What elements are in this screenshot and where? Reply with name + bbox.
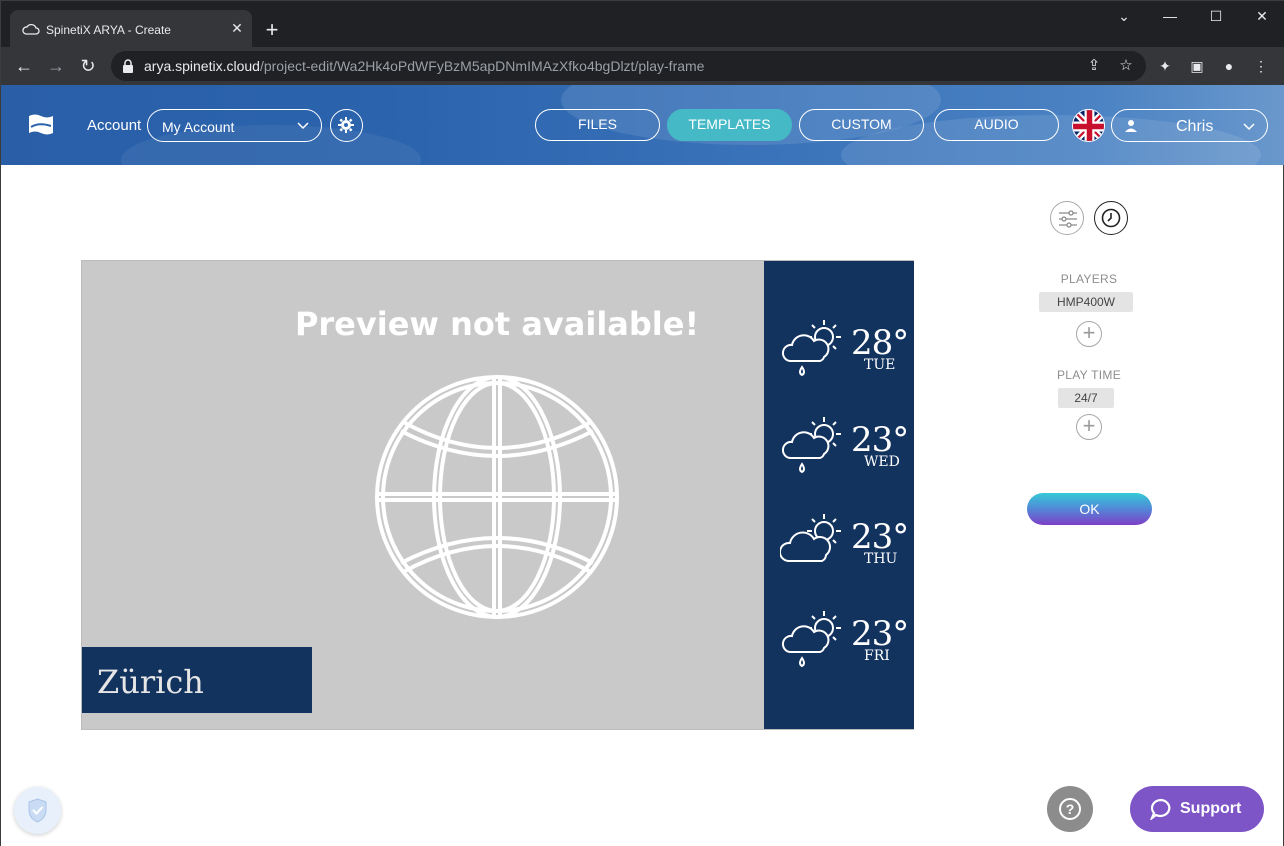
shield-icon: [28, 798, 47, 823]
settings-sliders-button[interactable]: [1050, 201, 1084, 235]
rain-sun-cloud-icon: [781, 417, 841, 474]
share-icon[interactable]: ⇪: [1085, 57, 1103, 75]
sliders-icon: [1059, 210, 1077, 228]
privacy-button[interactable]: [14, 787, 61, 834]
main-content: Preview not available! Zürich 28° TUE 23…: [1, 165, 1283, 846]
rain-sun-cloud-icon: [781, 611, 841, 668]
chevron-down-icon: [1243, 123, 1255, 131]
side-panel-icon[interactable]: ▣: [1187, 57, 1207, 75]
nav-files[interactable]: FILES: [535, 109, 660, 141]
city-name: Zürich: [97, 663, 204, 701]
forecast-day: FRI: [864, 648, 890, 664]
browser-tab[interactable]: SpinetiX ARYA - Create ✕: [10, 10, 252, 47]
clock-icon: [1101, 208, 1121, 228]
minimize-icon[interactable]: —: [1147, 1, 1193, 31]
address-bar[interactable]: arya.spinetix.cloud/project-edit/Wa2Hk4o…: [111, 51, 1146, 81]
url-text: arya.spinetix.cloud/project-edit/Wa2Hk4o…: [144, 58, 705, 74]
globe-icon: [375, 375, 619, 619]
user-menu[interactable]: Chris: [1111, 109, 1268, 142]
rain-sun-cloud-icon: [781, 320, 841, 377]
nav-audio[interactable]: AUDIO: [934, 109, 1059, 141]
profile-icon[interactable]: ●: [1219, 57, 1239, 75]
forecast-item: 28° TUE: [764, 317, 914, 387]
add-playtime-button[interactable]: +: [1076, 414, 1102, 440]
sun-cloud-icon: [780, 514, 841, 562]
cloud-icon: [22, 23, 40, 35]
forecast-column: 28° TUE 23° WED 23° THU 23° FRI: [764, 261, 914, 729]
uk-flag-icon[interactable]: [1072, 109, 1105, 142]
browser-window: SpinetiX ARYA - Create ✕ + ⌄ — ☐ ✕ ← → ↻…: [0, 0, 1284, 846]
tab-strip: SpinetiX ARYA - Create ✕ + ⌄ — ☐ ✕: [1, 1, 1284, 47]
user-icon: [1125, 120, 1137, 132]
forecast-day: THU: [864, 551, 898, 567]
close-window-icon[interactable]: ✕: [1239, 1, 1284, 31]
maximize-icon[interactable]: ☐: [1193, 1, 1239, 31]
chat-bubble-icon: [1150, 798, 1171, 820]
nav-custom[interactable]: CUSTOM: [799, 109, 924, 141]
players-label: PLAYERS: [1060, 272, 1118, 286]
forecast-item: 23° WED: [764, 414, 914, 484]
player-chip[interactable]: HMP400W: [1039, 292, 1133, 312]
forecast-item: 23° FRI: [764, 608, 914, 678]
browser-toolbar: ← → ↻ arya.spinetix.cloud/project-edit/W…: [1, 47, 1284, 85]
bookmark-star-icon[interactable]: ☆: [1117, 57, 1135, 75]
add-player-button[interactable]: +: [1076, 321, 1102, 347]
chevron-down-icon: [297, 122, 309, 130]
app-header: Account My Account FILES TEMPLATES CUSTO…: [1, 85, 1284, 165]
schedule-button[interactable]: [1094, 201, 1128, 235]
support-label: Support: [1180, 800, 1242, 817]
user-name: Chris: [1176, 118, 1214, 135]
menu-icon[interactable]: ⋮: [1251, 57, 1271, 75]
gear-icon: [338, 117, 354, 133]
new-tab-button[interactable]: +: [259, 18, 285, 44]
playtime-label: PLAY TIME: [1056, 368, 1122, 382]
extensions-icon[interactable]: ✦: [1155, 57, 1175, 75]
tab-search-icon[interactable]: ⌄: [1101, 1, 1147, 31]
account-select-value: My Account: [162, 119, 235, 135]
support-button[interactable]: Support: [1130, 786, 1264, 832]
tab-close-icon[interactable]: ✕: [230, 21, 244, 35]
help-button[interactable]: ?: [1047, 786, 1093, 832]
forecast-item: 23° THU: [764, 511, 914, 581]
settings-button[interactable]: [330, 109, 363, 142]
spinetix-logo-icon[interactable]: [27, 111, 55, 139]
back-icon[interactable]: ←: [13, 55, 35, 77]
template-preview: Preview not available! Zürich 28° TUE 23…: [81, 260, 914, 730]
nav-templates[interactable]: TEMPLATES: [667, 109, 792, 141]
reload-icon[interactable]: ↻: [77, 55, 99, 77]
forecast-day: TUE: [864, 357, 896, 373]
playtime-chip[interactable]: 24/7: [1058, 388, 1114, 408]
question-icon: ?: [1059, 798, 1081, 820]
tab-title: SpinetiX ARYA - Create: [46, 23, 171, 37]
forward-icon[interactable]: →: [45, 55, 67, 77]
svg-text:?: ?: [1066, 801, 1075, 817]
account-label: Account: [87, 117, 142, 134]
ok-button[interactable]: OK: [1027, 493, 1152, 525]
account-select[interactable]: My Account: [147, 109, 322, 142]
city-panel: Zürich: [82, 647, 312, 713]
lock-icon: [123, 59, 133, 73]
forecast-day: WED: [864, 454, 900, 470]
